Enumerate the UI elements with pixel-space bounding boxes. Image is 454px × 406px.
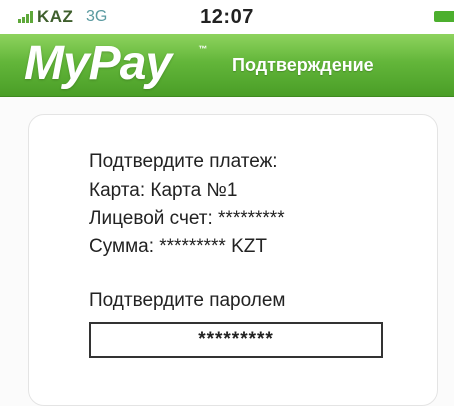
status-bar: KAZ 3G 12:07	[0, 0, 454, 34]
mypay-logo: MyPay	[24, 37, 172, 90]
password-value: *********	[198, 329, 274, 350]
confirm-payment-heading: Подтвердите платеж:	[89, 151, 278, 172]
status-time: 12:07	[200, 6, 254, 28]
password-input[interactable]: *********	[89, 322, 383, 358]
password-prompt: Подтвердите паролем	[89, 290, 286, 311]
account-info: Лицевой счет: *********	[89, 208, 285, 229]
app-header: MyPay ™ Подтверждение	[0, 34, 454, 97]
battery-icon	[434, 11, 454, 22]
logo-trademark: ™	[198, 44, 207, 54]
amount-info: Сумма: ********* KZT	[89, 236, 267, 257]
page-title: Подтверждение	[232, 55, 374, 75]
card-info: Карта: Карта №1	[89, 180, 238, 201]
